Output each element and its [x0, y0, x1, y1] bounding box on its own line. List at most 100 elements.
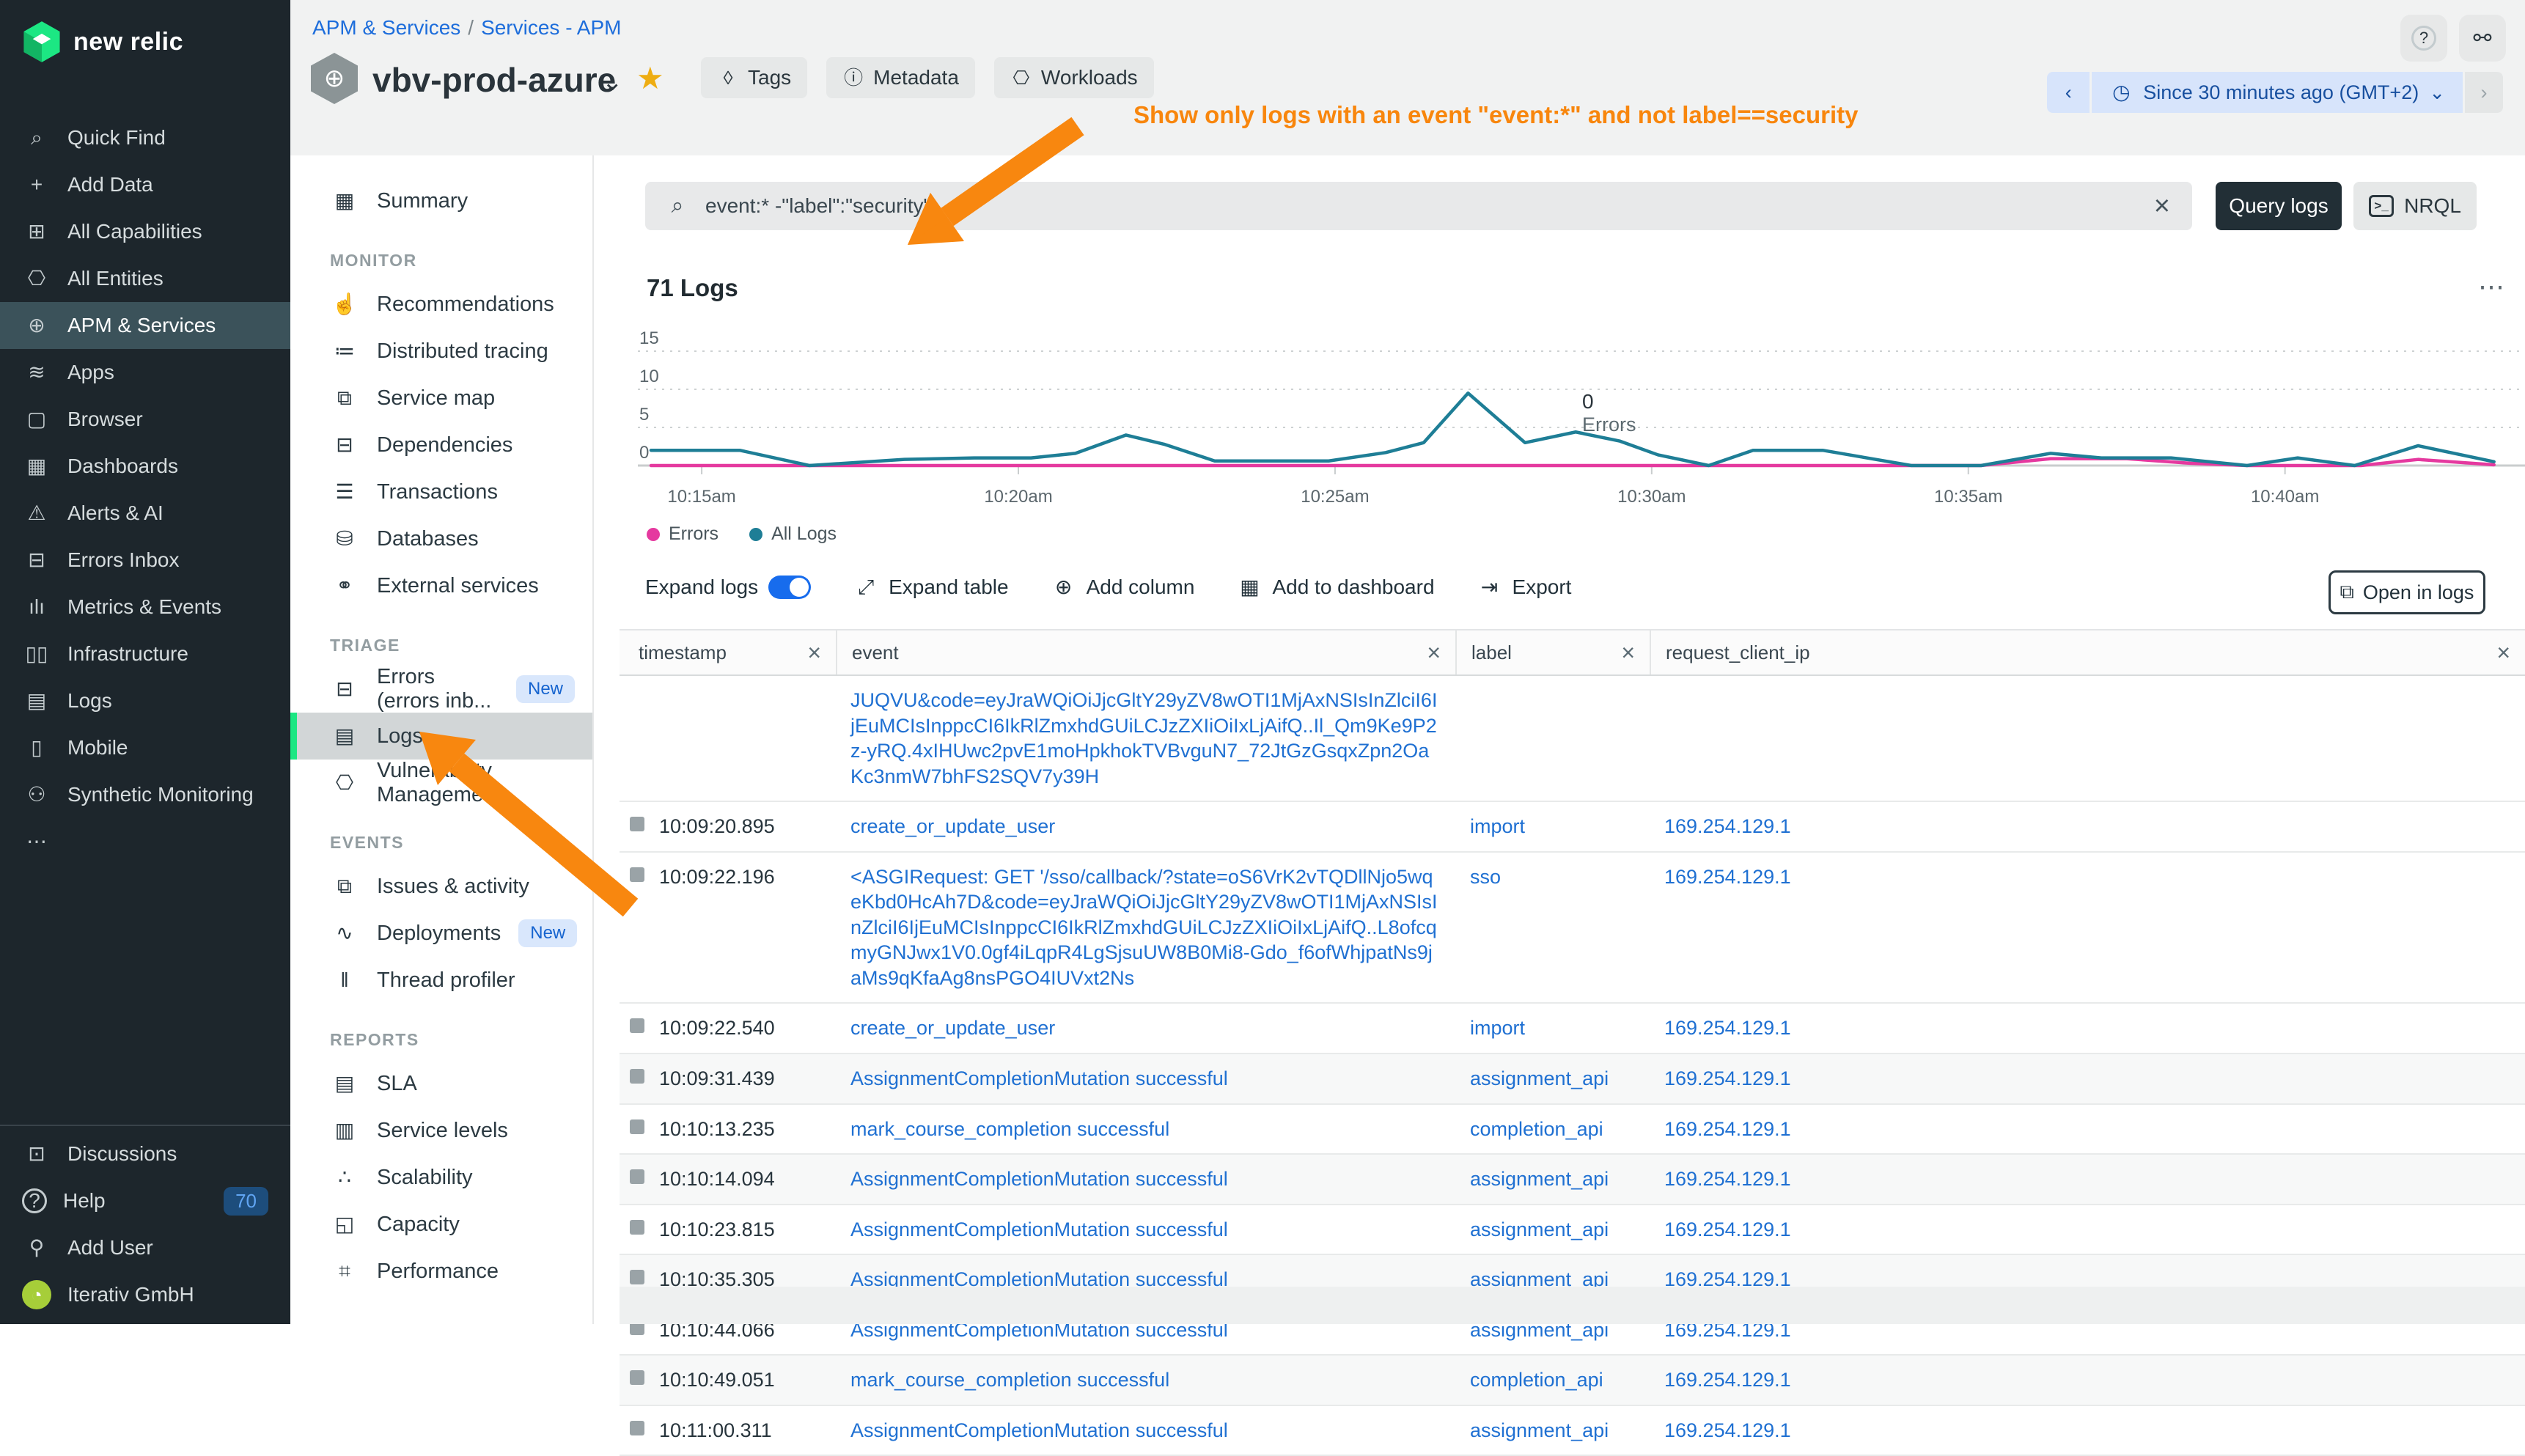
query-logs-button[interactable]: Query logs: [2216, 182, 2342, 230]
nrql-button[interactable]: >_ NRQL: [2353, 182, 2477, 230]
subnav-item-sla[interactable]: ▤SLA: [290, 1060, 592, 1107]
table-row[interactable]: 10:10:23.815AssignmentCompletionMutation…: [620, 1205, 2525, 1256]
subnav-item-vulnerability-management[interactable]: ⎔Vulnerability Management: [290, 760, 592, 806]
sidebar-item-apm-services[interactable]: ⊕APM & Services: [0, 302, 290, 349]
subnav-item-performance[interactable]: ⌗Performance: [290, 1248, 592, 1295]
breadcrumb-services-apm[interactable]: Services - APM: [481, 16, 621, 39]
subnav-item-databases[interactable]: ⛁Databases: [290, 515, 592, 562]
col-header-event[interactable]: event ×: [836, 630, 1455, 674]
expand-logs-toggle[interactable]: [768, 576, 811, 599]
row-expand-handle[interactable]: [630, 1169, 644, 1184]
table-row[interactable]: 10:10:13.235mark_course_completion succe…: [620, 1105, 2525, 1155]
event-link[interactable]: mark_course_completion successful: [850, 1118, 1169, 1140]
help-button[interactable]: ?: [2400, 15, 2447, 62]
label-link[interactable]: completion_api: [1470, 1369, 1603, 1391]
table-row[interactable]: 10:09:31.439AssignmentCompletionMutation…: [620, 1054, 2525, 1105]
sidebar-item-synthetic-monitoring[interactable]: ⚇Synthetic Monitoring: [0, 771, 290, 818]
sidebar-item-all-entities[interactable]: ⎔All Entities: [0, 255, 290, 302]
ip-link[interactable]: 169.254.129.1: [1664, 1419, 1791, 1441]
row-expand-handle[interactable]: [630, 1421, 644, 1435]
add-to-dashboard-button[interactable]: ▦ Add to dashboard: [1237, 575, 1434, 600]
subnav-item-transactions[interactable]: ☰Transactions: [290, 468, 592, 515]
sidebar-item-more[interactable]: ⋯: [0, 818, 290, 865]
subnav-item-dependencies[interactable]: ⊟Dependencies: [290, 422, 592, 468]
table-row[interactable]: 10:11:00.311AssignmentCompletionMutation…: [620, 1406, 2525, 1456]
workloads-button[interactable]: ⎔Workloads: [994, 57, 1154, 98]
legend-item-errors[interactable]: Errors: [647, 523, 718, 545]
table-row[interactable]: 10:10:49.051mark_course_completion succe…: [620, 1356, 2525, 1406]
subnav-item-service-levels[interactable]: ▥Service levels: [290, 1107, 592, 1154]
subnav-item-summary[interactable]: ▦Summary: [290, 177, 592, 224]
label-link[interactable]: sso: [1470, 866, 1501, 888]
new-relic-logo[interactable]: new relic: [0, 0, 290, 78]
expand-table-button[interactable]: ⤢ Expand table: [853, 575, 1008, 600]
sidebar-item-discussions[interactable]: ⊡Discussions: [0, 1130, 290, 1177]
sidebar-item-dashboards[interactable]: ▦Dashboards: [0, 443, 290, 490]
sidebar-item-quick-find[interactable]: ⌕Quick Find: [0, 114, 290, 161]
row-expand-handle[interactable]: [630, 1220, 644, 1235]
export-button[interactable]: ⇥ Export: [1477, 575, 1572, 600]
add-column-button[interactable]: ⊕ Add column: [1051, 575, 1195, 600]
sidebar-item-mobile[interactable]: ▯Mobile: [0, 724, 290, 771]
row-expand-handle[interactable]: [630, 1119, 644, 1134]
remove-column-icon[interactable]: ×: [1427, 639, 1441, 666]
event-link[interactable]: AssignmentCompletionMutation successful: [850, 1419, 1228, 1441]
label-link[interactable]: import: [1470, 815, 1525, 837]
table-row[interactable]: 10:09:22.540create_or_update_userimport1…: [620, 1004, 2525, 1054]
time-forward-button[interactable]: ›: [2465, 72, 2503, 113]
row-expand-handle[interactable]: [630, 1069, 644, 1084]
sidebar-item-metrics-events[interactable]: ılıMetrics & Events: [0, 584, 290, 630]
log-query-input[interactable]: [705, 194, 2136, 218]
col-header-label[interactable]: label ×: [1455, 630, 1650, 674]
label-link[interactable]: assignment_api: [1470, 1168, 1609, 1190]
remove-column-icon[interactable]: ×: [1621, 639, 1635, 666]
subnav-item-capacity[interactable]: ◱Capacity: [290, 1201, 592, 1248]
ip-link[interactable]: 169.254.129.1: [1664, 866, 1791, 888]
label-link[interactable]: import: [1470, 1017, 1525, 1039]
ip-link[interactable]: 169.254.129.1: [1664, 1369, 1791, 1391]
row-expand-handle[interactable]: [630, 1018, 644, 1033]
subnav-item-issues-activity[interactable]: ⧉Issues & activity: [290, 863, 592, 910]
label-link[interactable]: assignment_api: [1470, 1419, 1609, 1441]
subnav-item-scalability[interactable]: ∴Scalability: [290, 1154, 592, 1201]
label-link[interactable]: assignment_api: [1470, 1218, 1609, 1240]
event-link[interactable]: AssignmentCompletionMutation successful: [850, 1218, 1228, 1240]
subnav-item-distributed-tracing[interactable]: ≔Distributed tracing: [290, 328, 592, 375]
permalink-button[interactable]: ⚯: [2459, 15, 2506, 62]
panel-menu-icon[interactable]: ⋯: [2478, 271, 2507, 302]
row-expand-handle[interactable]: [630, 1370, 644, 1385]
event-link[interactable]: <ASGIRequest: GET '/sso/callback/?state=…: [850, 866, 1438, 989]
subnav-item-deployments[interactable]: ∿DeploymentsNew: [290, 910, 592, 957]
favorite-star-icon[interactable]: ★: [636, 60, 664, 96]
subnav-item-logs[interactable]: ▤Logs: [290, 713, 592, 760]
sidebar-item-alerts-ai[interactable]: ⚠Alerts & AI: [0, 490, 290, 537]
table-row[interactable]: 10:10:14.094AssignmentCompletionMutation…: [620, 1155, 2525, 1205]
title-chevron-down-icon[interactable]: ⌄: [602, 67, 623, 97]
subnav-item-thread-profiler[interactable]: ‖Thread profiler: [290, 957, 592, 1004]
ip-link[interactable]: 169.254.129.1: [1664, 1168, 1791, 1190]
sidebar-item-add-data[interactable]: +Add Data: [0, 161, 290, 208]
sidebar-item-help[interactable]: ?Help70: [0, 1177, 290, 1224]
time-range-button[interactable]: ◷ Since 30 minutes ago (GMT+2) ⌄: [2092, 72, 2463, 113]
col-header-timestamp[interactable]: timestamp ×: [620, 630, 836, 674]
remove-column-icon[interactable]: ×: [2496, 639, 2510, 666]
log-search-bar[interactable]: ⌕ ×: [645, 182, 2192, 230]
subnav-item-external-services[interactable]: ⚭External services: [290, 562, 592, 609]
ip-link[interactable]: 169.254.129.1: [1664, 1017, 1791, 1039]
event-link[interactable]: AssignmentCompletionMutation successful: [850, 1067, 1228, 1089]
table-row[interactable]: 10:09:20.895create_or_update_userimport1…: [620, 802, 2525, 853]
event-link[interactable]: mark_course_completion successful: [850, 1369, 1169, 1391]
remove-column-icon[interactable]: ×: [807, 639, 821, 666]
open-in-logs-button[interactable]: ⧉ Open in logs: [2329, 570, 2485, 614]
label-link[interactable]: assignment_api: [1470, 1067, 1609, 1089]
table-row[interactable]: 10:09:22.196<ASGIRequest: GET '/sso/call…: [620, 853, 2525, 1004]
event-link[interactable]: create_or_update_user: [850, 1017, 1055, 1039]
ip-link[interactable]: 169.254.129.1: [1664, 815, 1791, 837]
clear-query-icon[interactable]: ×: [2150, 191, 2175, 222]
row-expand-handle[interactable]: [630, 817, 644, 831]
event-link[interactable]: create_or_update_user: [850, 815, 1055, 837]
sidebar-item-add-user[interactable]: ⚲Add User: [0, 1224, 290, 1271]
sidebar-item-account[interactable]: ◔Iterativ GmbH: [0, 1271, 290, 1318]
sidebar-item-logs[interactable]: ▤Logs: [0, 677, 290, 724]
subnav-item-service-map[interactable]: ⧉Service map: [290, 375, 592, 422]
